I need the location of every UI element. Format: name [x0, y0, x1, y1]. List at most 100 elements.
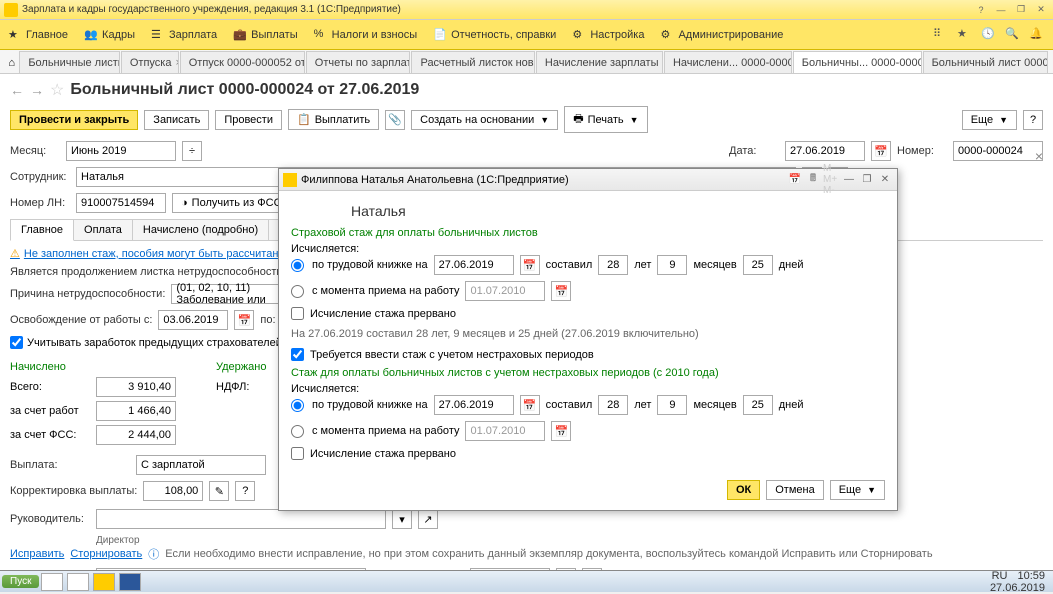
favorite-star-icon[interactable]: ☆ — [50, 80, 64, 100]
hire-date-input2[interactable] — [465, 421, 545, 441]
days-input2[interactable] — [743, 395, 773, 415]
taskbar-item-word[interactable] — [119, 573, 141, 591]
payment-select[interactable]: С зарплатой — [136, 455, 266, 475]
cancel-button[interactable]: Отмена — [766, 480, 823, 500]
since-hire-radio2[interactable] — [291, 425, 304, 438]
post-button[interactable]: Провести — [215, 110, 282, 130]
more-button[interactable]: Еще ▼ — [962, 110, 1017, 130]
fss-button[interactable]: ◑ Получить из ФСС — [172, 193, 291, 213]
number-input[interactable] — [953, 141, 1043, 161]
search-icon[interactable]: 🔍 — [1005, 27, 1021, 43]
manager-input[interactable] — [96, 509, 386, 529]
ln-input[interactable] — [76, 193, 166, 213]
subtab-payment[interactable]: Оплата — [73, 219, 133, 240]
years-input[interactable] — [598, 255, 628, 275]
favorite-icon[interactable]: ★ — [957, 27, 973, 43]
calendar-icon[interactable]: 📅 — [551, 281, 571, 301]
create-based-button[interactable]: Создать на основании ▼ — [411, 110, 558, 130]
tab-item[interactable]: Отчеты по зарплате× — [306, 51, 411, 73]
taskbar-item[interactable] — [67, 573, 89, 591]
menu-taxes[interactable]: %Налоги и взносы — [314, 28, 418, 42]
date-input2[interactable] — [434, 395, 514, 415]
by-book-radio2[interactable] — [291, 399, 304, 412]
employer-input[interactable] — [96, 401, 176, 421]
days-input[interactable] — [743, 255, 773, 275]
since-hire-radio[interactable] — [291, 285, 304, 298]
interrupted-checkbox[interactable] — [291, 307, 304, 320]
tab-item[interactable]: Расчетный листок новый× — [411, 51, 534, 73]
dialog-titlebar[interactable]: Филиппова Наталья Анатольевна (1С:Предпр… — [279, 169, 897, 191]
menu-settings[interactable]: ⚙Настройка — [572, 28, 644, 42]
taskbar-item-1c[interactable] — [93, 573, 115, 591]
menu-salary[interactable]: ☰Зарплата — [151, 28, 217, 42]
tab-item[interactable]: Больничные листы× — [19, 51, 120, 73]
minimize-icon[interactable]: — — [841, 173, 857, 187]
help-button[interactable]: ? — [1023, 110, 1043, 130]
taskbar-item[interactable] — [41, 573, 63, 591]
lang-indicator[interactable]: RU — [992, 570, 1008, 582]
print-button[interactable]: 🖶 Печать ▼ — [564, 106, 647, 133]
close-icon[interactable]: ✕ — [877, 173, 893, 187]
tab-item[interactable]: Начисление зарплаты и...× — [536, 51, 663, 73]
date-input[interactable] — [434, 255, 514, 275]
corr-input[interactable] — [143, 481, 203, 501]
close-icon[interactable]: ✕ — [1033, 3, 1049, 17]
save-button[interactable]: Записать — [144, 110, 209, 130]
reverse-link[interactable]: Сторнировать — [70, 548, 142, 560]
tab-close-icon[interactable]: × — [175, 57, 178, 69]
calc-icon[interactable]: 🖩 — [805, 173, 821, 187]
help-icon[interactable]: ? — [973, 3, 989, 17]
home-icon[interactable]: ⌂ — [4, 53, 19, 73]
total-input[interactable] — [96, 377, 176, 397]
calendar-icon[interactable]: 📅 — [520, 255, 540, 275]
tab-item[interactable]: Отпуска× — [121, 51, 179, 73]
open-icon[interactable]: ↗ — [418, 509, 438, 529]
menu-payments[interactable]: 💼Выплаты — [233, 28, 297, 42]
calendar-icon[interactable]: 📅 — [871, 141, 891, 161]
restore-icon[interactable]: ❐ — [859, 173, 875, 187]
month-select[interactable]: Июнь 2019 — [66, 141, 176, 161]
prev-earn-checkbox[interactable] — [10, 336, 23, 349]
post-close-button[interactable]: Провести и закрыть — [10, 110, 138, 130]
ok-button[interactable]: ОК — [727, 480, 760, 500]
months-input[interactable] — [657, 255, 687, 275]
subtab-accrued[interactable]: Начислено (подробно) — [132, 219, 269, 240]
pay-button[interactable]: 📋 Выплатить — [288, 109, 379, 130]
start-button[interactable]: Пуск — [2, 575, 39, 588]
calendar-icon[interactable]: 📅 — [520, 395, 540, 415]
years-input2[interactable] — [598, 395, 628, 415]
calendar-icon[interactable]: 📅 — [551, 421, 571, 441]
page-close-icon[interactable]: × — [1035, 148, 1043, 164]
attach-button[interactable]: 📎 — [385, 110, 405, 130]
nav-fwd-icon[interactable]: → — [30, 82, 44, 98]
menu-main[interactable]: ★Главное — [8, 28, 68, 42]
restore-icon[interactable]: ❐ — [1013, 3, 1029, 17]
date-input[interactable] — [785, 141, 865, 161]
tab-item-active[interactable]: Больничны... 0000-000024× — [793, 51, 922, 73]
tab-item[interactable]: Больничный лист 0000-...× — [923, 51, 1048, 73]
interrupted-checkbox2[interactable] — [291, 447, 304, 460]
tab-item[interactable]: Отпуск 0000-000052 от ...× — [180, 51, 305, 73]
require-entry-checkbox[interactable] — [291, 348, 304, 361]
calendar-icon[interactable]: 📅 — [234, 310, 254, 330]
dropdown-icon[interactable]: ▾ — [392, 509, 412, 529]
exempt-from-input[interactable] — [158, 310, 228, 330]
month-spinner[interactable]: ÷ — [182, 141, 202, 161]
help-icon[interactable]: ? — [235, 481, 255, 501]
history-icon[interactable]: 🕓 — [981, 27, 997, 43]
menu-reports[interactable]: 📄Отчетность, справки — [433, 28, 556, 42]
nav-back-icon[interactable]: ← — [10, 82, 24, 98]
by-book-radio[interactable] — [291, 259, 304, 272]
bell-icon[interactable]: 🔔 — [1029, 27, 1045, 43]
more-button[interactable]: Еще ▼ — [830, 480, 885, 500]
minimize-icon[interactable]: — — [993, 3, 1009, 17]
edit-icon[interactable]: ✎ — [209, 481, 229, 501]
correct-link[interactable]: Исправить — [10, 548, 64, 560]
hire-date-input[interactable] — [465, 281, 545, 301]
menu-staff[interactable]: 👥Кадры — [84, 28, 135, 42]
apps-icon[interactable]: ⠿ — [933, 27, 949, 43]
menu-admin[interactable]: ⚙Администрирование — [660, 28, 783, 42]
months-input2[interactable] — [657, 395, 687, 415]
subtab-main[interactable]: Главное — [10, 219, 74, 241]
calendar-icon[interactable]: 📅 — [787, 173, 803, 187]
